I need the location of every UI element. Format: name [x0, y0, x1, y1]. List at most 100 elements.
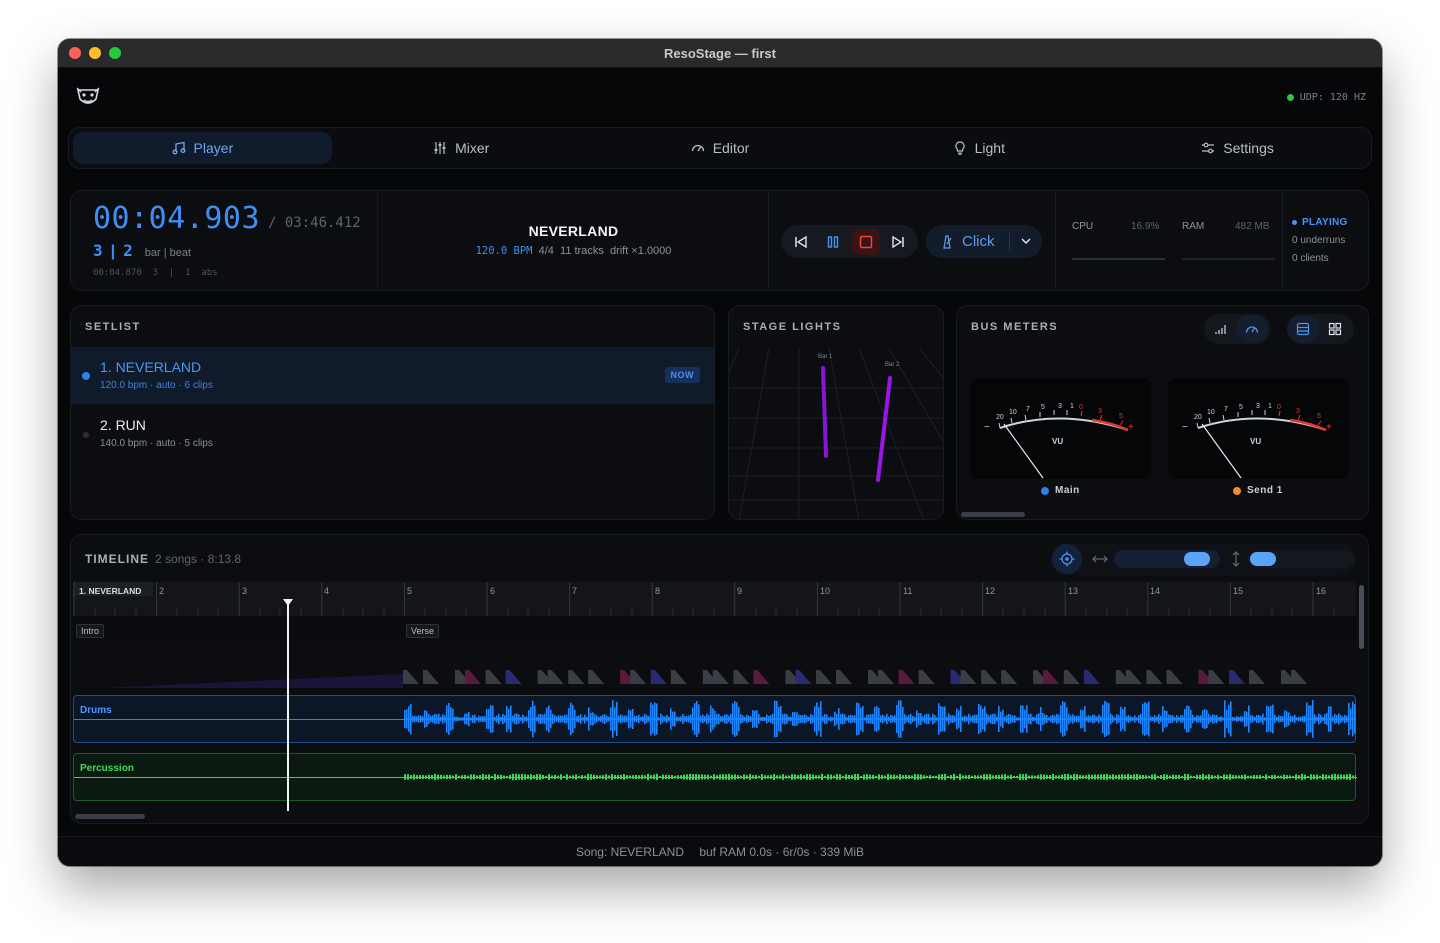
- chevron-down-icon[interactable]: [1020, 235, 1032, 247]
- waveform-sample: [854, 773, 856, 781]
- waveform-sample: [956, 708, 958, 730]
- waveform-sample: [1043, 774, 1045, 780]
- waveform-sample: [428, 713, 430, 725]
- waveform-sample: [1061, 774, 1063, 780]
- previous-button[interactable]: [787, 229, 815, 255]
- waveform-sample: [928, 713, 930, 725]
- waveform-sample: [698, 704, 700, 734]
- horizontal-zoom-slider[interactable]: [1114, 550, 1220, 568]
- slider-thumb[interactable]: [1250, 552, 1276, 566]
- grid-layout-button[interactable]: [1319, 315, 1351, 343]
- setlist-item[interactable]: 2. RUN 140.0 bpm · auto · 5 clips: [71, 405, 714, 462]
- waveform-sample: [1352, 775, 1354, 779]
- light-cue: [588, 670, 605, 684]
- stop-button[interactable]: [851, 228, 880, 255]
- waveform-sample: [482, 773, 484, 781]
- waveform-sample: [1313, 774, 1315, 780]
- waveform-sample: [926, 775, 928, 779]
- bar-number: 15: [1233, 586, 1244, 596]
- section-marker[interactable]: Verse: [406, 624, 440, 638]
- waveform-sample: [1156, 716, 1158, 722]
- waveform-sample: [718, 713, 720, 725]
- waveform-sample: [1295, 774, 1297, 780]
- waveform-sample: [1331, 774, 1333, 780]
- vu-unit-label: VU: [1250, 437, 1261, 446]
- status-song: Song: NEVERLAND: [575, 845, 684, 859]
- horizontal-scrollbar[interactable]: [961, 512, 1025, 517]
- waveform-sample: [692, 774, 694, 780]
- waveform-sample: [884, 716, 886, 722]
- vertical-scrollbar[interactable]: [1359, 585, 1364, 649]
- waveform-sample: [582, 717, 584, 721]
- waveform-sample: [794, 712, 796, 726]
- bus-color-dot: [1041, 486, 1049, 495]
- waveform-sample: [716, 713, 718, 725]
- waveform-sample: [826, 714, 828, 724]
- waveform-sample: [557, 775, 559, 779]
- vu-needle: [1003, 423, 1044, 479]
- waveform-sample: [467, 775, 469, 779]
- waveform-sample: [1010, 774, 1012, 780]
- waveform-sample: [852, 715, 854, 723]
- waveform-sample: [1318, 713, 1320, 725]
- waveform-sample: [1214, 775, 1216, 779]
- playing-dot: [1292, 220, 1297, 225]
- waveform-sample: [902, 706, 904, 732]
- track-drums[interactable]: Drums: [73, 695, 1356, 743]
- playhead[interactable]: [283, 599, 293, 811]
- waveform-sample: [1241, 775, 1243, 779]
- pause-button[interactable]: [819, 229, 847, 255]
- waveform-sample: [1342, 716, 1344, 722]
- waveform-sample: [1080, 709, 1082, 729]
- follow-playhead-button[interactable]: [1052, 544, 1082, 574]
- waveform-sample: [450, 707, 452, 731]
- waveform-sample: [1234, 717, 1236, 721]
- bar-beat-readout: 3 | 2 bar | beat: [93, 241, 191, 261]
- waveform-sample: [412, 715, 414, 723]
- track-percussion[interactable]: Percussion: [73, 753, 1357, 801]
- timeline-ruler[interactable]: 1. NEVERLAND 2 3 4 5 6 7 8 9 10 11 12 13…: [73, 582, 1356, 616]
- setlist-item[interactable]: 1. NEVERLAND 120.0 bpm · auto · 6 clips …: [71, 347, 714, 404]
- waveform-sample: [922, 716, 924, 722]
- slider-thumb[interactable]: [1184, 552, 1210, 566]
- waveform-sample: [954, 715, 956, 723]
- section-marker[interactable]: Intro: [76, 624, 105, 638]
- next-button[interactable]: [884, 229, 912, 255]
- bars-view-button[interactable]: [1204, 315, 1236, 343]
- waveform-sample: [695, 774, 697, 780]
- waveform-sample: [1328, 706, 1330, 732]
- cpu-sparkline: [1072, 258, 1165, 260]
- waveform-sample: [1232, 775, 1234, 779]
- waveform-sample: [1124, 706, 1126, 732]
- tab-editor[interactable]: Editor: [591, 132, 850, 164]
- waveform-sample: [1064, 702, 1066, 736]
- playhead-handle[interactable]: [283, 599, 293, 607]
- stage-lights-viewport[interactable]: Bar 1 Bar 2: [729, 348, 944, 520]
- waveform-sample: [1204, 708, 1206, 730]
- waveform-sample: [1162, 706, 1164, 732]
- waveform-sample: [698, 774, 700, 780]
- light-cue-lane[interactable]: [73, 666, 1356, 688]
- horizontal-scrollbar[interactable]: [75, 814, 145, 819]
- waveform-sample: [458, 717, 460, 721]
- waveform-sample: [910, 713, 912, 725]
- waveform-sample: [604, 713, 606, 725]
- waveform-sample: [1172, 774, 1174, 780]
- waveform-sample: [614, 707, 616, 731]
- waveform-sample: [530, 706, 532, 732]
- waveform-sample: [1349, 773, 1351, 781]
- waveform-sample: [497, 774, 499, 780]
- tab-light[interactable]: Light: [849, 132, 1108, 164]
- vu-view-button[interactable]: [1236, 315, 1268, 343]
- waveform-sample: [1106, 773, 1108, 781]
- tab-settings[interactable]: Settings: [1108, 132, 1367, 164]
- now-badge: NOW: [664, 367, 700, 383]
- click-toggle-button[interactable]: Click: [926, 225, 1042, 258]
- waveform-sample: [851, 775, 853, 779]
- tab-mixer[interactable]: Mixer: [332, 132, 591, 164]
- list-layout-button[interactable]: [1287, 315, 1319, 343]
- vertical-zoom-slider[interactable]: [1248, 550, 1354, 568]
- tab-player[interactable]: Player: [73, 132, 332, 164]
- waveform-sample: [702, 714, 704, 724]
- bar-beat-label: bar | beat: [144, 247, 192, 259]
